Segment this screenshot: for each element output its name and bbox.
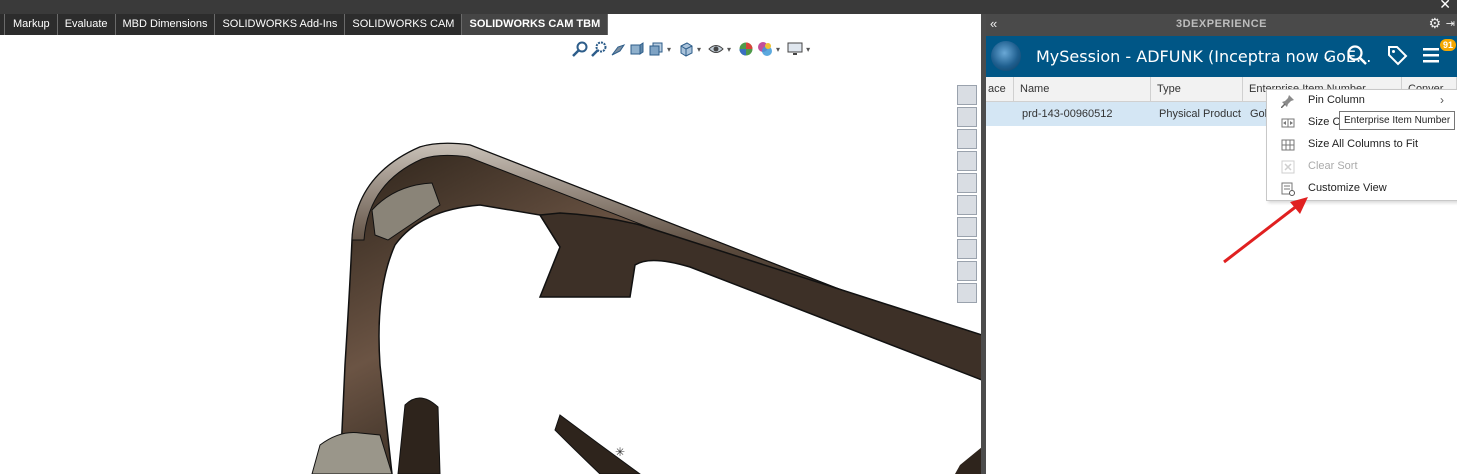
appearances-icon[interactable] bbox=[957, 173, 977, 193]
tab-mbd-dimensions[interactable]: MBD Dimensions bbox=[115, 14, 216, 35]
view-orientation-icon[interactable] bbox=[678, 41, 694, 57]
custom-properties-icon[interactable] bbox=[957, 195, 977, 215]
cell-name: prd-143-00960512 bbox=[1022, 108, 1113, 120]
display-style-icon[interactable] bbox=[708, 41, 724, 57]
file-explorer-icon[interactable] bbox=[957, 129, 977, 149]
tab-solidworks-cam-tbm[interactable]: SOLIDWORKS CAM TBM bbox=[462, 14, 609, 37]
heads-up-view-toolbar: ▾ ▾ ▾ ▾ ▾ bbox=[572, 41, 814, 57]
chevron-down-icon[interactable]: ▾ bbox=[806, 45, 810, 54]
annotation-arrow bbox=[1223, 197, 1308, 264]
section-view-icon[interactable] bbox=[629, 41, 645, 57]
size-all-columns-icon bbox=[1281, 139, 1295, 151]
command-manager-tabs: Markup Evaluate MBD Dimensions SOLIDWORK… bbox=[0, 14, 982, 37]
title-strip: ✕ bbox=[0, 0, 1457, 14]
design-library-icon[interactable] bbox=[957, 107, 977, 127]
tab-markup[interactable]: Markup bbox=[4, 14, 58, 35]
size-column-icon bbox=[1281, 118, 1295, 128]
3dexperience-compass-icon[interactable] bbox=[957, 261, 977, 281]
menu-item-label: Clear Sort bbox=[1308, 160, 1358, 172]
menu-item-label: Pin Column bbox=[1308, 94, 1365, 106]
zoom-to-fit-icon[interactable] bbox=[572, 41, 588, 57]
forum-icon[interactable] bbox=[957, 283, 977, 303]
3dexperience-compass-icon[interactable] bbox=[991, 41, 1021, 71]
column-context-menu: Pin Column › Size C Size All Columns to … bbox=[1266, 89, 1457, 201]
column-tooltip: Enterprise Item Number bbox=[1339, 111, 1456, 130]
column-header-name[interactable]: Name bbox=[1014, 77, 1151, 101]
menu-item-size-all-columns[interactable]: Size All Columns to Fit bbox=[1267, 134, 1457, 156]
view-settings-monitor-icon[interactable] bbox=[787, 41, 803, 57]
tab-evaluate[interactable]: Evaluate bbox=[57, 14, 116, 35]
part-model: ✳ bbox=[311, 142, 982, 474]
task-pane-tab-strip bbox=[957, 85, 979, 303]
column-header-space[interactable]: ace bbox=[986, 77, 1014, 101]
menu-item-label: Size All Columns to Fit bbox=[1308, 138, 1419, 150]
panel-header: « 3DEXPERIENCE ⚙ ⇥ bbox=[986, 14, 1457, 36]
collaborate-icon[interactable] bbox=[957, 217, 977, 237]
clear-sort-icon bbox=[1281, 160, 1295, 174]
search-icon[interactable] bbox=[1346, 44, 1368, 66]
graphics-area[interactable]: ✳ ▾ ▾ ▾ ▾ ▾ bbox=[0, 35, 982, 474]
chevron-down-icon[interactable]: ▾ bbox=[727, 45, 731, 54]
menu-item-pin-column[interactable]: Pin Column › bbox=[1267, 90, 1457, 112]
hide-show-items-icon[interactable] bbox=[738, 41, 754, 57]
chevron-down-icon[interactable]: ▾ bbox=[697, 45, 701, 54]
previous-view-icon[interactable] bbox=[610, 41, 626, 57]
dynamic-annotation-views-icon[interactable] bbox=[648, 41, 664, 57]
cell-enterprise-item-number: Gol bbox=[1250, 108, 1268, 120]
pin-panel-icon[interactable]: ⇥ bbox=[1446, 17, 1455, 30]
chevron-down-icon[interactable]: ⌄ bbox=[1321, 46, 1334, 66]
chevron-down-icon[interactable]: ▾ bbox=[776, 45, 780, 54]
menu-item-clear-sort: Clear Sort bbox=[1267, 156, 1457, 178]
pin-icon bbox=[1281, 95, 1294, 108]
cell-type: Physical Product bbox=[1159, 108, 1241, 120]
tag-icon[interactable] bbox=[1386, 44, 1408, 66]
close-icon[interactable]: ✕ bbox=[1439, 0, 1451, 13]
home-icon[interactable] bbox=[957, 239, 977, 259]
tab-solidworks-cam[interactable]: SOLIDWORKS CAM bbox=[345, 14, 463, 35]
notification-badge: 91 bbox=[1440, 39, 1457, 51]
session-bar: MySession - ADFUNK (Inceptra now GoE... … bbox=[986, 36, 1457, 77]
menu-item-label: Size C bbox=[1308, 116, 1341, 128]
view-palette-icon[interactable] bbox=[957, 151, 977, 171]
origin-marker-icon: ✳ bbox=[615, 445, 625, 459]
zoom-to-area-icon[interactable] bbox=[591, 41, 607, 57]
tab-solidworks-add-ins[interactable]: SOLIDWORKS Add-Ins bbox=[215, 14, 346, 35]
panel-title: 3DEXPERIENCE bbox=[1176, 18, 1267, 30]
edit-appearance-icon[interactable] bbox=[757, 41, 773, 57]
gear-icon[interactable]: ⚙ bbox=[1428, 16, 1441, 32]
solidworks-resources-icon[interactable] bbox=[957, 85, 977, 105]
chevron-down-icon[interactable]: ▾ bbox=[667, 45, 671, 54]
column-header-type[interactable]: Type bbox=[1151, 77, 1243, 101]
submenu-arrow-icon: › bbox=[1440, 93, 1444, 107]
